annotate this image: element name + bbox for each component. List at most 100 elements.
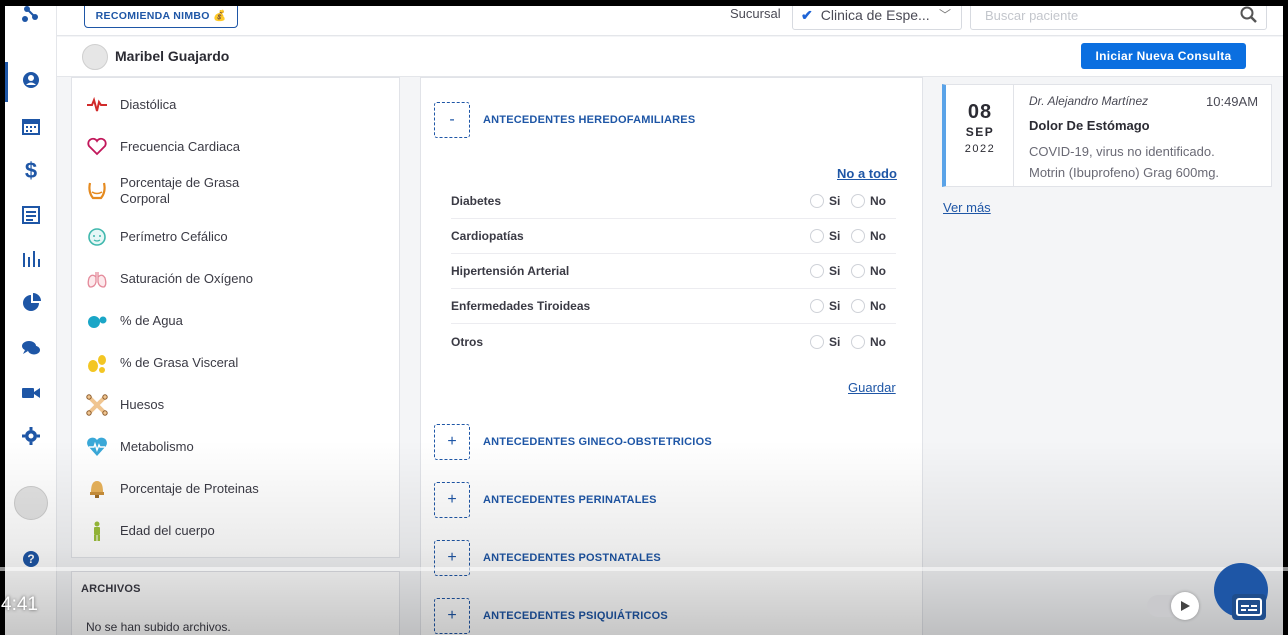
vital-item-heart-rate[interactable]: Frecuencia Cardiaca [85, 135, 240, 159]
section-psiquiatricos[interactable]: + ANTECEDENTES PSIQUIÁTRICOS [434, 598, 668, 634]
yes-label: Si [829, 334, 841, 349]
consultation-time: 10:49AM [1206, 94, 1259, 109]
water-drops-icon [85, 309, 109, 333]
user-avatar[interactable] [14, 486, 48, 520]
files-panel: ARCHIVOS No se han subido archivos. [71, 571, 400, 635]
video-time: 4:41 [1, 594, 38, 615]
vital-item-body-fat[interactable]: Porcentaje de Grasa Corporal [85, 175, 239, 207]
condition-name: Cardiopatías [451, 229, 524, 243]
no-option[interactable]: No [851, 229, 886, 243]
vital-item-visceral-fat[interactable]: % de Grasa Visceral [85, 351, 238, 375]
vital-item-diastolic[interactable]: Diastólica [85, 93, 176, 117]
yes-option[interactable]: Si [810, 229, 840, 243]
no-radio[interactable] [851, 334, 865, 349]
branch-select-value: Clinica de Espe... [820, 7, 930, 23]
yes-option[interactable]: Si [810, 194, 840, 208]
expand-toggle-button[interactable]: + [434, 482, 470, 518]
branch-label: Sucursal [730, 6, 781, 21]
yes-radio[interactable] [810, 194, 824, 208]
yes-radio[interactable] [810, 334, 824, 349]
patients-nav-icon[interactable] [19, 68, 43, 92]
settings-gear-icon[interactable] [19, 424, 43, 448]
no-radio[interactable] [851, 194, 865, 208]
search-icon[interactable] [1240, 6, 1258, 24]
video-progress-bar[interactable] [0, 567, 1288, 571]
vital-item-protein[interactable]: Porcentaje de Proteinas [85, 477, 259, 501]
no-radio[interactable] [851, 299, 865, 313]
yes-option[interactable]: Si [810, 264, 840, 278]
expand-toggle-button[interactable]: + [434, 598, 470, 634]
section-title[interactable]: ANTECEDENTES POSTNATALES [483, 552, 661, 564]
nimbo-logo-icon[interactable] [19, 6, 43, 24]
vital-item-water[interactable]: % de Agua [85, 309, 183, 333]
calendar-nav-icon[interactable] [19, 114, 43, 138]
no-option[interactable]: No [851, 299, 886, 313]
vital-item-body-age[interactable]: Edad del cuerpo [85, 519, 215, 543]
no-label: No [870, 229, 886, 243]
date-year: 2022 [964, 143, 996, 155]
autoplay-toggle[interactable] [1147, 592, 1199, 620]
no-label: No [870, 299, 886, 313]
no-radio[interactable] [851, 229, 865, 243]
marketing-chart-icon[interactable] [19, 291, 43, 315]
condition-name: Hipertensión Arterial [451, 264, 570, 278]
vital-label: Porcentaje de Proteinas [120, 481, 259, 496]
no-to-all-link[interactable]: No a todo [837, 166, 897, 181]
video-camera-icon[interactable] [19, 381, 43, 405]
patient-search[interactable] [970, 6, 1267, 30]
section-title[interactable]: ANTECEDENTES PERINATALES [483, 494, 657, 506]
section-title[interactable]: ANTECEDENTES GINECO-OBSTETRICIOS [483, 436, 712, 448]
recommend-nimbo-button[interactable]: RECOMIENDA NIMBO 💰 [84, 6, 238, 28]
condition-name: Otros [451, 334, 484, 349]
doctor-name: Dr. Alejandro Martínez [1029, 94, 1149, 108]
baby-head-icon [85, 225, 109, 249]
records-list-icon[interactable] [19, 203, 43, 227]
yes-radio[interactable] [810, 299, 824, 313]
consultation-card[interactable]: 08 SEP 2022 Dr. Alejandro Martínez 10:49… [942, 84, 1272, 187]
patient-name[interactable]: Maribel Guajardo [115, 48, 229, 64]
vital-item-head-circumference[interactable]: Perímetro Cefálico [85, 225, 228, 249]
section-gineco-obstetricios[interactable]: + ANTECEDENTES GINECO-OBSTETRICIOS [434, 424, 712, 460]
vital-label: Huesos [120, 397, 165, 412]
section-title[interactable]: ANTECEDENTES PSIQUIÁTRICOS [483, 610, 668, 622]
vital-label: Diastólica [120, 97, 177, 112]
date-day: 08 [967, 101, 993, 123]
lungs-icon [85, 267, 109, 291]
yes-option[interactable]: Si [810, 334, 841, 349]
billing-dollar-icon[interactable]: $ [19, 158, 43, 183]
antecedents-panel: - ANTECEDENTES HEREDOFAMILIARES No a tod… [420, 77, 923, 635]
yes-option[interactable]: Si [810, 299, 840, 313]
subtitles-icon[interactable] [1232, 594, 1266, 620]
expand-toggle-button[interactable]: + [434, 424, 470, 460]
bones-icon [85, 393, 109, 417]
condition-name: Enfermedades Tiroideas [451, 299, 591, 313]
heartbeat-icon [85, 93, 109, 117]
vitals-panel: Diastólica Frecuencia Cardiaca Porcentaj… [71, 77, 400, 558]
no-option[interactable]: No [851, 264, 886, 278]
heart-icon [85, 135, 109, 159]
vital-item-bones[interactable]: Huesos [85, 393, 164, 417]
condition-name: Diabetes [451, 194, 502, 208]
section-perinatales[interactable]: + ANTECEDENTES PERINATALES [434, 482, 657, 518]
yes-radio[interactable] [810, 229, 824, 243]
no-option[interactable]: No [851, 334, 886, 349]
save-link[interactable]: Guardar [848, 380, 896, 395]
patient-search-input[interactable] [971, 6, 1221, 29]
section-heredofamiliares[interactable]: - ANTECEDENTES HEREDOFAMILIARES [434, 102, 695, 138]
protein-icon [85, 477, 109, 501]
collapse-toggle-button[interactable]: - [434, 102, 470, 138]
vital-item-metabolism[interactable]: Metabolismo [85, 435, 194, 459]
chat-bubbles-icon[interactable] [19, 336, 43, 360]
no-radio[interactable] [851, 264, 865, 278]
files-title: ARCHIVOS [81, 583, 141, 595]
reports-bar-chart-icon[interactable] [19, 247, 43, 271]
see-more-link[interactable]: Ver más [943, 200, 991, 215]
section-title[interactable]: ANTECEDENTES HEREDOFAMILIARES [483, 114, 695, 126]
no-option[interactable]: No [851, 194, 886, 208]
branch-select[interactable]: ✔ Clinica de Espe... ﹀ [792, 6, 962, 30]
vital-item-oxygen-saturation[interactable]: Saturación de Oxígeno [85, 267, 253, 291]
app-window: $ ? RECOMIENDA NIMBO 💰 Sucursal ✔ Clinic… [5, 6, 1283, 635]
yes-radio[interactable] [810, 264, 824, 278]
new-consultation-button[interactable]: Iniciar Nueva Consulta [1081, 43, 1246, 69]
no-label: No [870, 194, 886, 208]
